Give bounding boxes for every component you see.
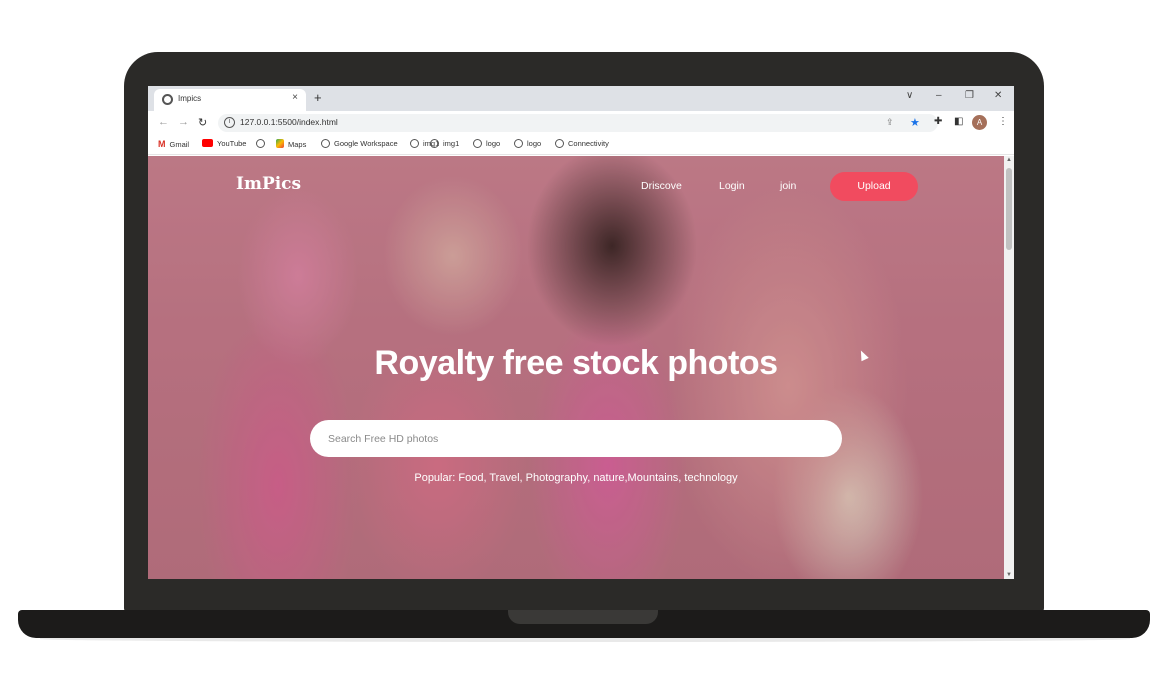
hero-title: Royalty free stock photos	[374, 344, 778, 382]
tab-title: Impics	[178, 94, 202, 103]
scroll-up-icon[interactable]: ▲	[1006, 157, 1012, 163]
page-scrollbar[interactable]: ▲ ▼	[1004, 156, 1014, 579]
close-tab-icon[interactable]: ×	[292, 92, 298, 103]
back-icon[interactable]: ←	[158, 116, 169, 128]
bookmark-logo-2[interactable]: logo	[514, 139, 541, 148]
share-icon[interactable]: ⇪	[886, 117, 894, 128]
reload-icon[interactable]: ↻	[198, 116, 207, 129]
restore-button[interactable]: ❐	[965, 90, 974, 101]
globe-icon	[473, 139, 482, 148]
upload-button[interactable]: Upload	[830, 172, 918, 201]
nav-discover-link[interactable]: Driscove	[641, 180, 682, 192]
globe-icon	[430, 139, 439, 148]
scroll-thumb[interactable]	[1006, 168, 1012, 250]
tab-search-icon[interactable]: ∨	[906, 90, 913, 101]
minimize-button[interactable]: –	[936, 90, 942, 101]
search-box	[310, 420, 842, 457]
bookmark-youtube[interactable]: YouTube	[202, 139, 246, 148]
popular-tags: Popular: Food, Travel, Photography, natu…	[414, 472, 738, 484]
forward-icon[interactable]: →	[178, 116, 189, 128]
globe-icon	[514, 139, 523, 148]
hero-section: ImPics Driscove Login join Upload Royalt…	[148, 156, 1004, 579]
close-window-button[interactable]: ✕	[994, 90, 1002, 101]
bookmark-maps[interactable]: Maps	[276, 139, 306, 149]
search-input[interactable]	[328, 420, 828, 457]
bookmark-img1-label[interactable]: img1	[430, 139, 459, 148]
extensions-icon[interactable]: ✚	[934, 116, 942, 127]
avatar[interactable]: A	[972, 115, 987, 130]
globe-icon	[162, 94, 173, 105]
menu-icon[interactable]: ⋮	[998, 116, 1008, 127]
bookmark-connectivity[interactable]: Connectivity	[555, 139, 609, 148]
new-tab-button[interactable]: +	[314, 90, 322, 105]
globe-icon	[555, 139, 564, 148]
bookmark-star-icon[interactable]: ★	[910, 116, 920, 129]
browser-toolbar: ← → ↻ i 127.0.0.1:5500/index.html ⇪ ★ ✚ …	[148, 111, 1014, 135]
side-panel-icon[interactable]: ◧	[954, 116, 963, 127]
globe-icon	[410, 139, 419, 148]
nav-join-link[interactable]: join	[780, 180, 796, 192]
nav-login-link[interactable]: Login	[719, 180, 745, 192]
browser-tab[interactable]: Impics ×	[154, 89, 306, 111]
info-icon[interactable]: i	[224, 117, 235, 128]
laptop-notch	[508, 610, 658, 624]
site-logo[interactable]: ImPics	[236, 174, 301, 194]
url-text[interactable]: 127.0.0.1:5500/index.html	[240, 117, 338, 127]
bookmarks-bar: M Gmail YouTube Maps Google Workspace img…	[148, 135, 1014, 155]
address-bar[interactable]: i 127.0.0.1:5500/index.html ⇪ ★	[218, 114, 938, 132]
scroll-down-icon[interactable]: ▼	[1006, 572, 1012, 578]
globe-icon	[321, 139, 330, 148]
bookmark-logo[interactable]: logo	[473, 139, 500, 148]
maps-icon	[276, 139, 284, 148]
bookmark-google-workspace[interactable]: Google Workspace	[321, 139, 398, 148]
laptop-screen: Impics × + ∨ – ❐ ✕ ← → ↻ i 127.0.0.1:550…	[148, 86, 1014, 579]
bookmark-globe[interactable]	[256, 139, 269, 148]
browser-tab-strip: Impics × + ∨ – ❐ ✕	[148, 86, 1014, 111]
youtube-icon	[202, 139, 213, 147]
globe-icon	[256, 139, 265, 148]
bookmark-gmail[interactable]: M Gmail	[158, 139, 189, 149]
gmail-icon: M	[158, 139, 166, 149]
